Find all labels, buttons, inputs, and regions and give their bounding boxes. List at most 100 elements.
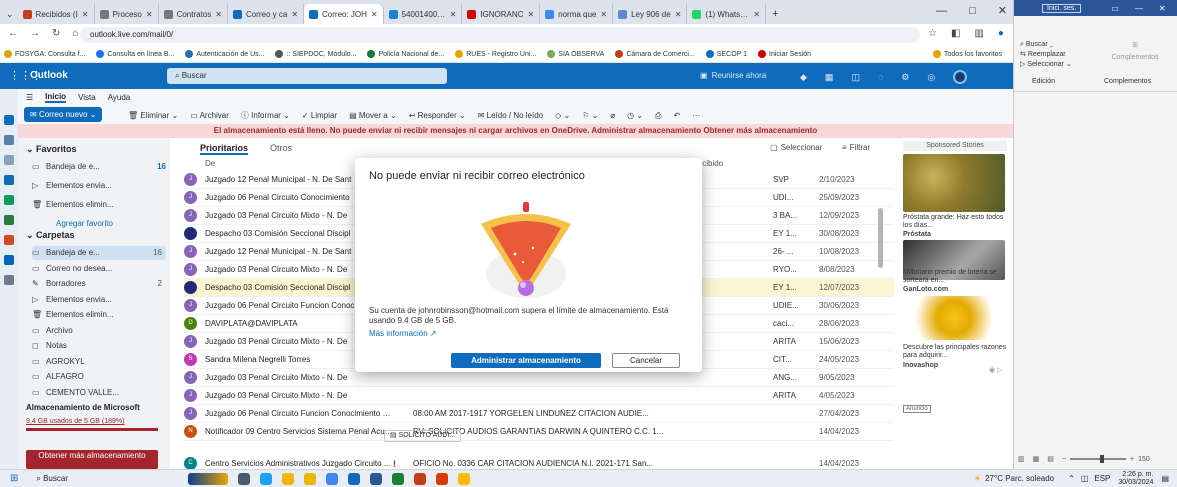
sweep-button[interactable]: ✓ Limpiar [302, 111, 337, 120]
print-icon[interactable]: ⎙ [655, 111, 661, 121]
reply-button[interactable]: ↩ Responder ⌄ [409, 111, 466, 120]
col-from[interactable]: De [205, 159, 215, 168]
new-tab-icon[interactable]: + [772, 8, 778, 20]
bookmark-item[interactable]: Todos los favoritos [933, 50, 1002, 58]
apps-icon[interactable] [4, 275, 14, 285]
star-icon[interactable]: ☆ [928, 28, 937, 39]
office-minimize-button[interactable]: — [1135, 4, 1143, 13]
archive-button[interactable]: ▭ Archivar [190, 111, 229, 120]
hamburger-icon[interactable]: ☰ [26, 93, 33, 102]
home-icon[interactable]: ⌂ [72, 28, 78, 39]
teams-icon[interactable]: ◆ [800, 72, 807, 83]
bookmark-item[interactable]: :: SIEPDOC, Módulo... [275, 50, 356, 58]
folder-item[interactable]: ▭ Bandeja de e... 16 [32, 246, 166, 260]
attachment-chip[interactable]: ▤ SOLICITO AUDI... [384, 430, 462, 442]
browser-tab[interactable]: Recibidos (I ✕ [18, 4, 95, 24]
ad-choices-icon[interactable]: ◉ ▷ [989, 366, 1002, 374]
importance-icon[interactable]: ! [393, 459, 403, 469]
report-button[interactable]: ⓘ Informar ⌄ [241, 110, 290, 121]
back-icon[interactable]: ← [8, 28, 18, 39]
office-icon[interactable] [436, 472, 448, 485]
manage-storage-button[interactable]: Administrar almacenamiento [451, 353, 601, 368]
cancel-button[interactable]: Cancelar [612, 353, 680, 368]
sign-in-button[interactable]: Inici. ses. [1042, 3, 1082, 13]
zoom-in-icon[interactable]: + [1130, 456, 1134, 463]
tab-close-icon[interactable]: ✕ [450, 10, 457, 19]
file-explorer-icon[interactable] [282, 472, 294, 485]
todo-icon[interactable] [4, 175, 14, 185]
close-button[interactable]: ✕ [998, 4, 1007, 17]
reload-icon[interactable]: ↻ [52, 28, 60, 39]
folder-item[interactable]: ▭ Archivo [32, 324, 166, 338]
ad1-text[interactable]: Próstata grande: Haz esto todos los días… [903, 214, 1007, 230]
flag-icon[interactable]: ⚐ ⌄ [582, 111, 598, 120]
chevron-down-icon[interactable]: ⌄ [90, 110, 97, 119]
browser-tab[interactable]: Correo y ca ✕ [228, 4, 305, 24]
favorites-header[interactable]: ⌄ Favoritos [26, 142, 160, 156]
browser-tab[interactable]: Proceso ✕ [95, 4, 159, 24]
notifications-icon[interactable]: ▤ [1161, 474, 1169, 483]
meet-now-button[interactable]: ▣ Reunirse ahora [700, 71, 766, 80]
favorite-folder-item[interactable]: 🗑 Elementos elimin... [32, 198, 166, 212]
tab-focused[interactable]: Prioritarios [200, 143, 249, 155]
bookmark-item[interactable]: RUES - Registro Uni... [455, 50, 536, 58]
table-row[interactable]: J Juzgado 03 Penal Circuito Mixto - N. De… [184, 387, 894, 405]
excel-online-icon[interactable] [4, 215, 14, 225]
tab-close-icon[interactable]: ✕ [600, 10, 607, 19]
bookmark-item[interactable]: SECOP 1 [705, 50, 747, 58]
weather-text[interactable]: 27°C Parc. soleado [985, 474, 1054, 483]
ribbon-display-icon[interactable]: ▭ [1111, 4, 1119, 13]
folder-item[interactable]: ✎ Borradores 2 [32, 277, 166, 291]
bookmark-item[interactable]: SIA OBSERVA [547, 50, 604, 58]
zoom-thumb[interactable] [1099, 455, 1104, 463]
word-icon[interactable] [370, 472, 382, 485]
find-button[interactable]: ⌕ Buscar ⌄ [1020, 40, 1072, 50]
tab-close-icon[interactable]: ✕ [146, 10, 153, 19]
url-input[interactable]: outlook.live.com/mail/0/ [80, 27, 920, 43]
folders-header[interactable]: ⌄ Carpetas [26, 228, 160, 242]
select-all-button[interactable]: ▷ Seleccionar ⌄ [1020, 60, 1072, 70]
tab-close-icon[interactable]: ✕ [675, 10, 682, 19]
tab-close-icon[interactable]: ✕ [82, 10, 89, 19]
tab-inicio[interactable]: Inicio [45, 92, 67, 103]
zoom-slider[interactable] [1069, 455, 1126, 463]
people-icon[interactable] [4, 155, 14, 165]
taskbar-widget-icon[interactable] [188, 472, 228, 485]
task-view-icon[interactable] [238, 472, 250, 485]
browser-tab[interactable]: Contratos ✕ [159, 4, 228, 24]
ad3-image[interactable] [903, 296, 1005, 340]
tab-other[interactable]: Otros [270, 143, 292, 153]
search-input[interactable]: ⌕ Buscar [167, 68, 447, 84]
outlook-icon[interactable] [348, 472, 360, 485]
extensions-icon[interactable]: ◧ [951, 28, 960, 39]
browser-tab[interactable]: (1) WhatsAp ✕ [687, 4, 767, 24]
tab-menu-icon[interactable]: ⌄ [0, 5, 18, 20]
ad2-text[interactable]: Millonario premio de lotería se sorteará… [903, 269, 1007, 285]
tray-chevron-icon[interactable]: ⌃ [1068, 474, 1075, 483]
browser-tab[interactable]: Ley 906 de ✕ [613, 4, 688, 24]
browser-tab[interactable]: norma que ✕ [540, 4, 614, 24]
ad-badge[interactable]: Anuncio [903, 405, 931, 413]
edge-icon[interactable] [260, 472, 272, 485]
tab-ayuda[interactable]: Ayuda [108, 93, 131, 102]
tab-close-icon[interactable]: ✕ [371, 10, 378, 19]
chrome-icon[interactable] [326, 472, 338, 485]
folder-icon[interactable] [458, 472, 470, 485]
calendar-icon[interactable] [4, 135, 14, 145]
storage-used[interactable]: 9,4 GB usados de 5 GB (189%) [26, 417, 166, 426]
folder-item[interactable]: ▭ ALFAGRO [32, 370, 166, 384]
filter-button[interactable]: ≡ Filtrar [842, 143, 870, 152]
snooze-icon[interactable]: ◷ ⌄ [627, 111, 643, 120]
bookmark-item[interactable]: Cámara de Comerci... [615, 50, 695, 58]
gear-icon[interactable]: ⚙ [901, 72, 909, 83]
sidepanel-icon[interactable]: ▥ [974, 28, 983, 39]
table-row[interactable]: N Notificador 09 Centro Servicios Sistema… [184, 423, 894, 441]
move-to-button[interactable]: ▤ Mover a ⌄ [349, 111, 397, 120]
browser-tab[interactable]: IGNORANC ✕ [462, 4, 541, 24]
more-actions-icon[interactable]: ··· [692, 111, 700, 120]
tab-close-icon[interactable]: ✕ [527, 10, 534, 19]
view-normal-icon[interactable]: ▥ [1018, 455, 1025, 463]
vlc-icon[interactable] [304, 472, 316, 485]
bell-icon[interactable]: ◌ [878, 72, 883, 82]
list-scrollbar[interactable] [878, 208, 883, 268]
